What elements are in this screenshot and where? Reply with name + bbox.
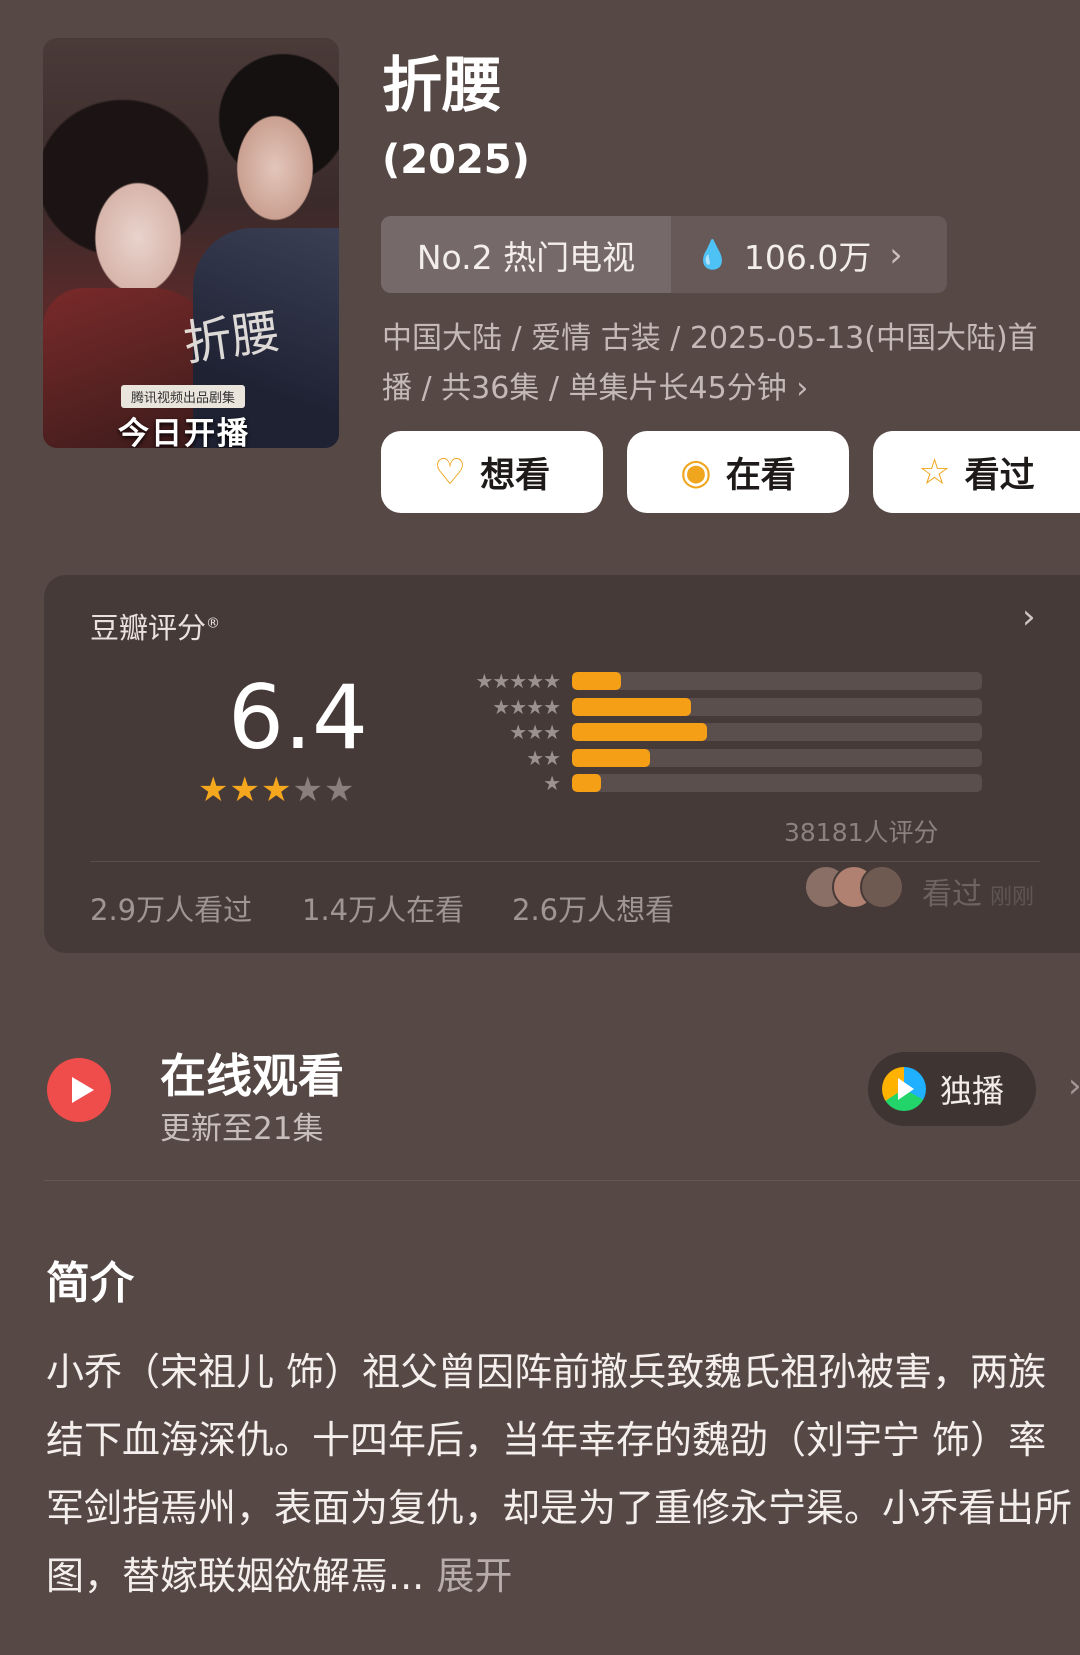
rating-card[interactable]: 豆瓣评分® › 6.4 ★★★★★ ★★★★★ ★★★★ ★★★ ★★ ★ 38181人… (44, 575, 1080, 953)
chevron-right-icon: › (889, 235, 903, 274)
rating-bar-track (572, 697, 982, 716)
rating-score: 6.4 (228, 666, 368, 769)
rating-bar-row: ★★★★★ (404, 668, 982, 694)
rating-bar-track (572, 774, 982, 792)
poster-calligraphy: 折腰 (180, 303, 284, 373)
rating-bar-track (572, 748, 982, 767)
rating-bar-track (572, 723, 982, 741)
stat-watched[interactable]: 2.9万人看过 (90, 887, 252, 929)
rating-bar-row: ★★★ (404, 719, 982, 745)
avatar (860, 865, 904, 909)
star-level-icon: ★★★ (509, 720, 561, 744)
heat-section: 💧 106.0万 › (671, 216, 947, 293)
rating-count: 38181人评分 (784, 818, 939, 847)
rating-bar-row: ★★ (404, 745, 982, 771)
target-icon: ◉ (680, 451, 712, 493)
star-empty-icon: ★ (323, 770, 356, 810)
rank-label: No.2 热门电视 (381, 216, 671, 293)
rating-label: 豆瓣评分® (90, 611, 221, 645)
star-outline-icon: ☆ (918, 451, 951, 493)
poster-studio-tag: 腾讯视频出品剧集 (121, 385, 246, 408)
ranking-bar[interactable]: No.2 热门电视 💧 106.0万 › (381, 216, 947, 293)
rating-stars: ★★★★★ (198, 770, 355, 810)
online-watch-title[interactable]: 在线观看 (160, 1040, 344, 1106)
release-year: (2025) (382, 137, 530, 183)
rating-bar-row: ★★★★ (404, 694, 982, 720)
watched-label: 看过 (964, 455, 1035, 496)
friend-avatars[interactable] (804, 865, 914, 911)
chevron-right-icon[interactable]: › (1068, 1066, 1080, 1106)
expand-link[interactable]: 展开 (436, 1554, 512, 1598)
divider (44, 1180, 1080, 1181)
rating-bar-fill (572, 748, 650, 767)
watched-button[interactable]: ☆ 看过 (873, 431, 1080, 513)
watching-label: 在看 (725, 455, 796, 496)
rating-bar-fill (572, 672, 622, 690)
meta-line-2: 播 / 共36集 / 单集片长45分钟 › (382, 371, 809, 406)
star-level-icon: ★★ (526, 745, 561, 770)
tencent-video-icon (882, 1067, 926, 1111)
poster-image[interactable]: 折腰 腾讯视频出品剧集 今日开播 (43, 38, 339, 448)
play-icon[interactable] (47, 1058, 111, 1122)
star-filled-icon: ★ (229, 770, 261, 810)
heart-plus-icon: ♡ (433, 451, 467, 493)
stat-watching[interactable]: 1.4万人在看 (302, 887, 464, 929)
meta-line-1: 中国大陆 / 爱情 古装 / 2025-05-13(中国大陆)首 (382, 321, 1038, 356)
star-level-icon: ★ (543, 771, 561, 795)
star-filled-icon: ★ (260, 770, 293, 810)
star-level-icon: ★★★★★ (475, 669, 561, 693)
want-to-watch-label: 想看 (480, 455, 551, 496)
star-filled-icon: ★ (198, 770, 230, 810)
rating-bar-fill (572, 723, 708, 741)
rating-bar-row: ★ (404, 770, 982, 796)
star-empty-icon: ★ (292, 770, 324, 810)
episode-update: 更新至21集 (160, 1111, 324, 1147)
stat-want[interactable]: 2.6万人想看 (512, 887, 674, 929)
star-level-icon: ★★★★ (492, 694, 561, 719)
intro-text[interactable]: 小乔（宋祖儿 饰）祖父曾因阵前撤兵致魏氏祖孙被害，两族结下血海深仇。十四年后，当… (46, 1338, 1072, 1610)
chevron-right-icon[interactable]: › (1022, 597, 1036, 637)
platform-button[interactable]: 独播 (868, 1052, 1036, 1126)
fire-icon: 💧 (695, 238, 730, 271)
poster-badge: 今日开播 (118, 416, 250, 448)
want-to-watch-button[interactable]: ♡ 想看 (381, 431, 603, 513)
divider (90, 861, 1040, 862)
watching-button[interactable]: ◉ 在看 (627, 431, 849, 513)
recent-activity: 看过 刚刚 (922, 877, 1035, 912)
platform-label: 独播 (940, 1072, 1005, 1110)
meta-info[interactable]: 中国大陆 / 爱情 古装 / 2025-05-13(中国大陆)首 播 / 共36… (382, 314, 1080, 414)
heat-value: 106.0万 (743, 237, 872, 277)
page-title: 折腰 (382, 51, 502, 121)
intro-title: 简介 (46, 1258, 134, 1309)
rating-bar-track (572, 672, 982, 690)
intro-body: 小乔（宋祖儿 饰）祖父曾因阵前撤兵致魏氏祖孙被害，两族结下血海深仇。十四年后，当… (46, 1350, 1073, 1598)
rating-bar-fill (572, 774, 601, 792)
rating-bar-fill (572, 697, 691, 716)
